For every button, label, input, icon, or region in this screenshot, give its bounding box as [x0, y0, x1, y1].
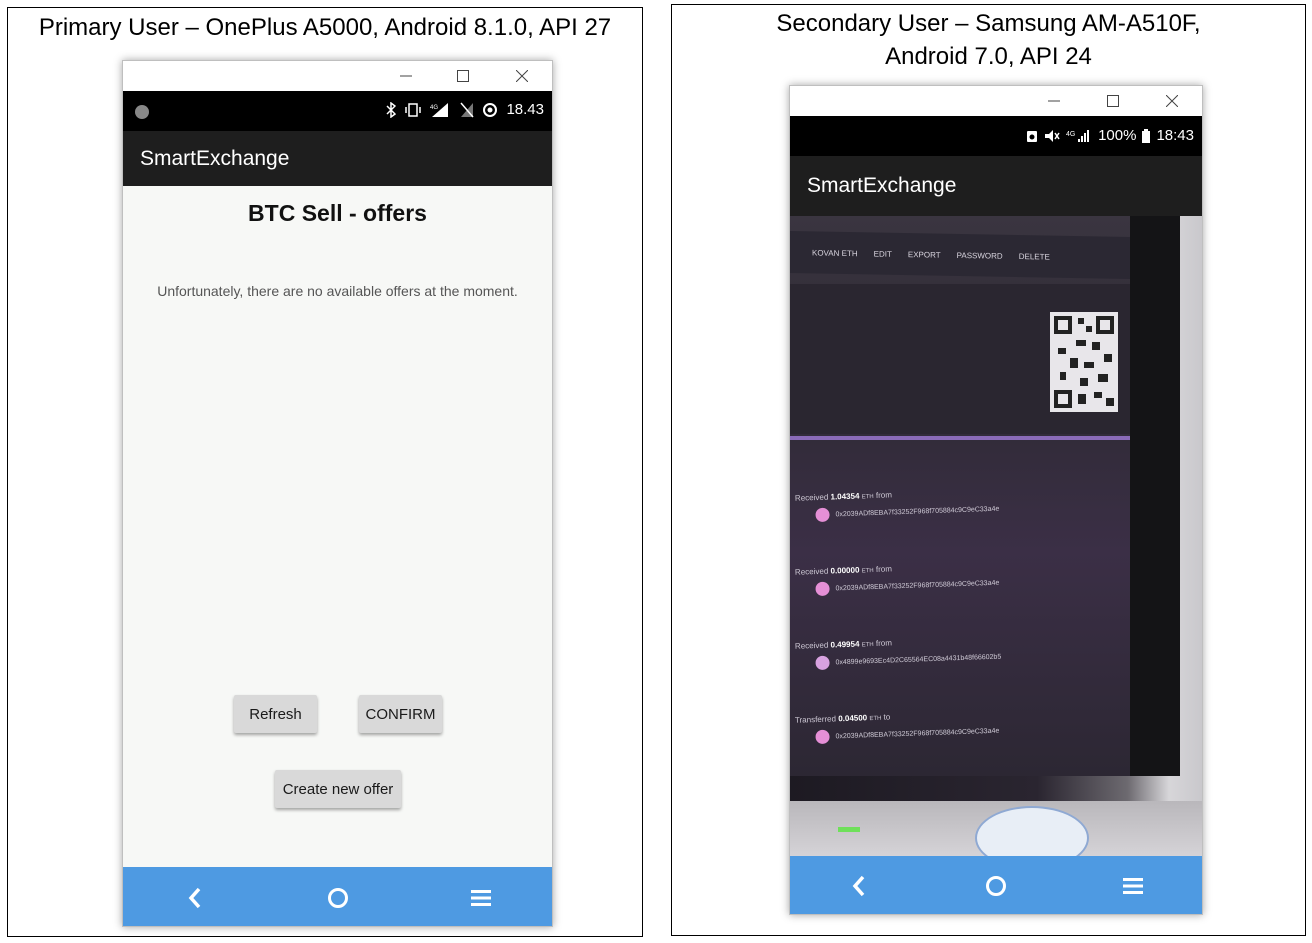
confirm-button[interactable]: CONFIRM — [359, 695, 442, 733]
data-saver-icon — [483, 102, 498, 117]
minimize-button[interactable] — [1031, 86, 1077, 116]
secondary-phone-window: 4G 100% 18:43 SmartExchange KOVAN ETH ED… — [789, 85, 1203, 915]
wallet-tab: EDIT — [873, 248, 892, 259]
secondary-caption: Secondary User – Samsung AM-A510F, Andro… — [776, 10, 1201, 70]
empty-offers-message: Unfortunately, there are no available of… — [157, 283, 518, 299]
android-nav-bar — [790, 856, 1202, 914]
transaction-address: 0x2039ADf8EBA7f33252F968f705884c9C9eC33a… — [835, 727, 1000, 740]
back-button[interactable] — [165, 878, 225, 918]
minimize-icon — [400, 75, 412, 77]
window-title-bar — [790, 86, 1202, 116]
offers-screen: BTC Sell - offers Unfortunately, there a… — [123, 186, 552, 867]
transaction-item: Received 0.00000 ETH from 0x2039ADf8EBA7… — [795, 556, 1127, 641]
transaction-address: 0x2039ADf8EBA7f33252F968f705884c9C9eC33a… — [835, 505, 1000, 518]
transaction-list: Received 1.04354 ETH from 0x2039ADf8EBA7… — [795, 488, 1127, 784]
app-title: SmartExchange — [807, 174, 957, 197]
minimize-button[interactable] — [383, 61, 429, 91]
home-button[interactable] — [308, 878, 368, 918]
screenshot-icon — [1027, 130, 1038, 142]
purple-divider — [790, 436, 1130, 440]
home-icon — [985, 876, 1006, 896]
primary-phone-window: 4G 18.43 SmartExchange BTC Sell - offers… — [122, 60, 553, 927]
home-icon — [327, 887, 348, 908]
close-icon — [1166, 95, 1178, 107]
page-title: BTC Sell - offers — [248, 200, 427, 226]
maximize-button[interactable] — [1090, 86, 1136, 116]
bluetooth-icon — [386, 101, 397, 118]
camera-viewfinder[interactable]: KOVAN ETH EDIT EXPORT PASSWORD DELETE Re… — [790, 216, 1202, 856]
wallet-toolbar: KOVAN ETH EDIT EXPORT PASSWORD DELETE — [790, 231, 1130, 279]
status-bar: 4G 100% 18:43 — [790, 116, 1202, 156]
svg-text:4G: 4G — [1066, 131, 1075, 138]
identicon — [815, 581, 830, 597]
identicon — [815, 507, 830, 523]
menu-icon — [470, 889, 491, 906]
menu-button[interactable] — [451, 878, 511, 918]
close-button[interactable] — [499, 61, 545, 91]
transaction-address: 0x2039ADf8EBA7f33252F968f705884c9C9eC33a… — [835, 579, 1000, 592]
wallet-tab: KOVAN ETH — [812, 247, 858, 258]
menu-icon — [1123, 878, 1144, 894]
monitor-bezel — [1130, 216, 1180, 776]
vibrate-icon — [405, 102, 422, 117]
maximize-icon — [1107, 95, 1119, 107]
notification-dot-icon — [135, 105, 149, 119]
maximize-button[interactable] — [440, 61, 486, 91]
wallet-tab: EXPORT — [907, 249, 941, 260]
back-button[interactable] — [829, 866, 889, 906]
transaction-item: Received 0.49954 ETH from 0x4899e9693Ec4… — [795, 630, 1127, 715]
menu-button[interactable] — [1103, 866, 1163, 906]
window-title-bar — [123, 61, 552, 91]
signal-icon: 4G — [430, 102, 449, 117]
refresh-button[interactable]: Refresh — [234, 695, 317, 733]
led-light — [838, 827, 860, 832]
wallet-tab: DELETE — [1018, 251, 1050, 262]
battery-icon — [1142, 128, 1151, 143]
signal-icon: 4G — [1066, 129, 1090, 142]
maximize-icon — [457, 70, 469, 82]
close-button[interactable] — [1149, 86, 1195, 116]
create-offer-button[interactable]: Create new offer — [275, 770, 401, 808]
back-icon — [852, 875, 864, 897]
no-signal-icon — [460, 102, 475, 117]
battery-percent: 100% — [1098, 127, 1137, 144]
close-icon — [516, 70, 528, 82]
qr-code-icon — [1050, 312, 1118, 412]
transaction-item: Transferred 0.04500 ETH to 0x2039ADf8EBA… — [795, 704, 1127, 789]
identicon — [815, 655, 830, 671]
status-time: 18.43 — [506, 101, 544, 118]
app-bar: SmartExchange — [790, 156, 1202, 216]
status-time: 18:43 — [1156, 127, 1194, 144]
transaction-item: Received 1.04354 ETH from 0x2039ADf8EBA7… — [795, 482, 1127, 567]
minimize-icon — [1048, 100, 1060, 102]
status-bar: 4G 18.43 — [123, 91, 552, 131]
back-icon — [188, 887, 200, 908]
identicon — [815, 729, 830, 745]
wallet-screen: KOVAN ETH EDIT EXPORT PASSWORD DELETE Re… — [790, 216, 1130, 776]
wallet-tab: PASSWORD — [956, 250, 1003, 261]
app-bar: SmartExchange — [123, 131, 552, 186]
mute-icon — [1045, 129, 1060, 142]
svg-text:4G: 4G — [430, 105, 438, 111]
app-title: SmartExchange — [140, 146, 290, 170]
transaction-address: 0x4899e9693Ec4D2C65564EC08a4431b48f66602… — [835, 653, 1002, 666]
home-button[interactable] — [966, 866, 1026, 906]
primary-caption: Primary User – OnePlus A5000, Android 8.… — [38, 14, 612, 41]
android-nav-bar — [123, 867, 552, 926]
